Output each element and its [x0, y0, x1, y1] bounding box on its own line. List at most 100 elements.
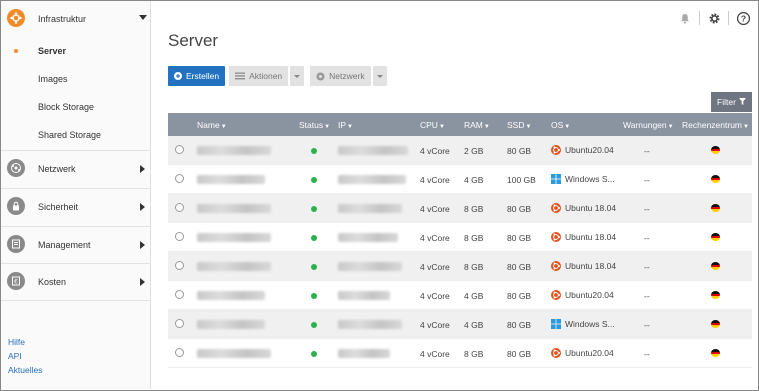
table-row[interactable]: 4 vCore 2 GB 80 GB Ubuntu20.04 -- — [168, 136, 752, 165]
filter-button-label: Filter — [717, 97, 736, 107]
os-cell: Ubuntu 18.04 — [551, 261, 616, 271]
table-row[interactable]: 4 vCore 4 GB 100 GB Windows S... -- — [168, 165, 752, 194]
table-row[interactable]: 4 vCore 8 GB 80 GB Ubuntu 18.04 -- — [168, 194, 752, 223]
sidebar-section-management[interactable]: Management — [1, 227, 151, 263]
actions-button[interactable]: Aktionen — [229, 66, 289, 86]
ram-cell: 4 GB — [464, 291, 484, 301]
ip-address-redacted — [338, 233, 398, 242]
sidebar-item-shared-storage[interactable]: Shared Storage — [38, 130, 101, 140]
server-name-redacted[interactable] — [197, 146, 271, 155]
column-header-ssd[interactable]: SSD▼ — [507, 120, 531, 130]
row-select-radio[interactable] — [175, 232, 184, 241]
column-header-os[interactable]: OS▼ — [551, 120, 570, 130]
server-name-redacted[interactable] — [197, 349, 271, 358]
table-row[interactable]: 4 vCore 4 GB 80 GB Windows S... -- — [168, 310, 752, 339]
sidebar-item-server[interactable]: Server — [38, 46, 66, 56]
sidebar-section-infrastructure[interactable]: Infrastruktur — [1, 1, 151, 37]
windows-icon — [551, 319, 561, 329]
server-name-redacted[interactable] — [197, 175, 265, 184]
table-row[interactable]: 4 vCore 8 GB 80 GB Ubuntu 18.04 -- — [168, 252, 752, 281]
sort-icon: ▼ — [324, 124, 331, 130]
server-name-redacted[interactable] — [197, 233, 271, 242]
row-select-radio[interactable] — [175, 290, 184, 299]
ip-address-redacted — [338, 175, 406, 184]
column-header-status[interactable]: Status▼ — [299, 120, 330, 130]
ip-address-redacted — [338, 291, 390, 300]
row-select-radio[interactable] — [175, 319, 184, 328]
sidebar-section-costs[interactable]: € Kosten — [1, 264, 151, 300]
actions-dropdown-toggle[interactable] — [290, 66, 305, 86]
help-icon[interactable]: ? — [735, 10, 751, 26]
bell-icon[interactable] — [677, 10, 693, 26]
filter-button[interactable]: Filter — [711, 92, 752, 112]
ubuntu-icon — [551, 261, 561, 271]
ssd-cell: 80 GB — [507, 349, 532, 359]
sort-icon: ▼ — [220, 124, 227, 130]
status-online-indicator — [311, 148, 317, 154]
server-name-redacted[interactable] — [197, 262, 271, 271]
ram-cell: 2 GB — [464, 146, 484, 156]
network-button[interactable]: Netzwerk — [310, 66, 371, 86]
row-select-radio[interactable] — [175, 261, 184, 270]
ram-cell: 8 GB — [464, 262, 484, 272]
germany-flag-icon — [711, 291, 720, 299]
sidebar-section-security[interactable]: Sicherheit — [1, 189, 151, 225]
sort-icon: ▼ — [483, 124, 490, 130]
cpu-cell: 4 vCore — [420, 146, 450, 156]
warnings-cell: -- — [644, 320, 650, 330]
news-link[interactable]: Aktuelles — [8, 365, 43, 375]
network-dropdown-toggle[interactable] — [372, 66, 387, 86]
sidebar: Infrastruktur Server Images Block Storag… — [1, 1, 151, 389]
gear-icon[interactable] — [706, 10, 722, 26]
os-cell: Ubuntu20.04 — [551, 145, 614, 155]
sidebar-item-block-storage[interactable]: Block Storage — [38, 102, 94, 112]
chevron-right-icon — [140, 278, 145, 286]
server-name-redacted[interactable] — [197, 204, 271, 213]
os-cell: Ubuntu 18.04 — [551, 203, 616, 213]
costs-icon: € — [7, 272, 25, 290]
os-cell: Ubuntu20.04 — [551, 348, 614, 358]
network-icon — [7, 159, 25, 177]
server-name-redacted[interactable] — [197, 320, 265, 329]
ubuntu-icon — [551, 232, 561, 242]
column-header-label: Warnungen — [623, 120, 667, 130]
table-row[interactable]: 4 vCore 4 GB 80 GB Ubuntu20.04 -- — [168, 281, 752, 310]
ssd-cell: 80 GB — [507, 233, 532, 243]
germany-flag-icon — [711, 204, 720, 212]
server-name-redacted[interactable] — [197, 291, 265, 300]
table-row[interactable]: 4 vCore 8 GB 80 GB Ubuntu20.04 -- — [168, 339, 752, 368]
ip-address-redacted — [338, 204, 402, 213]
svg-text:?: ? — [740, 13, 745, 23]
row-select-radio[interactable] — [175, 203, 184, 212]
row-select-radio[interactable] — [175, 348, 184, 357]
warnings-cell: -- — [644, 349, 650, 359]
germany-flag-icon — [711, 175, 720, 183]
sidebar-item-images[interactable]: Images — [38, 74, 68, 84]
column-header-cpu[interactable]: CPU▼ — [420, 120, 445, 130]
sidebar-section-network[interactable]: Netzwerk — [1, 151, 151, 187]
column-header-ip[interactable]: IP▼ — [338, 120, 353, 130]
status-online-indicator — [311, 293, 317, 299]
sidebar-section-label: Sicherheit — [38, 202, 79, 212]
row-select-radio[interactable] — [175, 145, 184, 154]
api-link[interactable]: API — [8, 351, 22, 361]
ssd-cell: 100 GB — [507, 175, 536, 185]
create-button[interactable]: Erstellen — [168, 66, 226, 86]
column-header-warnings[interactable]: Warnungen▼ — [623, 120, 674, 130]
ssd-cell: 80 GB — [507, 320, 532, 330]
plus-circle-icon — [174, 72, 182, 80]
column-header-name[interactable]: Name▼ — [197, 120, 227, 130]
os-cell: Windows S... — [551, 319, 615, 329]
ubuntu-icon — [551, 203, 561, 213]
chevron-down-icon — [139, 15, 147, 20]
column-header-datacenter[interactable]: Rechenzentrum▼ — [682, 120, 749, 130]
cpu-cell: 4 vCore — [420, 262, 450, 272]
os-label: Ubuntu20.04 — [565, 290, 614, 300]
help-link[interactable]: Hilfe — [8, 337, 25, 347]
os-label: Ubuntu 18.04 — [565, 261, 617, 271]
caret-down-icon — [294, 74, 301, 78]
column-header-ram[interactable]: RAM▼ — [464, 120, 490, 130]
warnings-cell: -- — [644, 175, 650, 185]
row-select-radio[interactable] — [175, 174, 184, 183]
table-row[interactable]: 4 vCore 8 GB 80 GB Ubuntu 18.04 -- — [168, 223, 752, 252]
